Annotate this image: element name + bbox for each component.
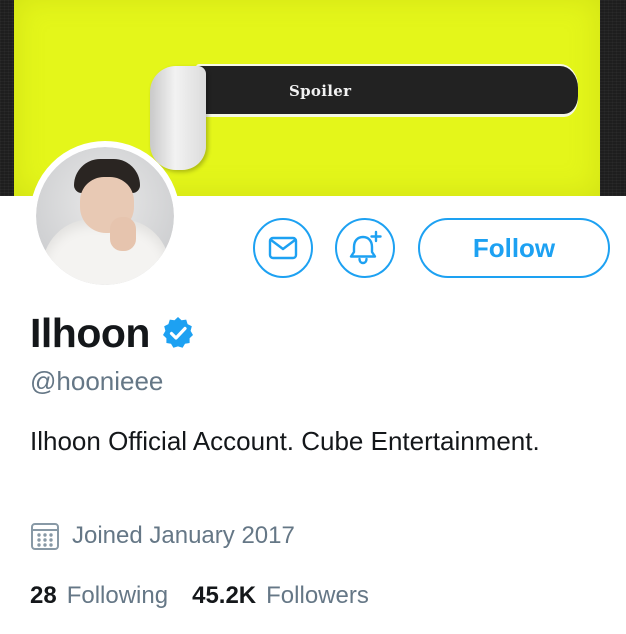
message-button[interactable]	[253, 218, 313, 278]
following-label: Following	[66, 582, 169, 609]
followers-link[interactable]: 45.2K Followers	[192, 582, 369, 610]
follow-button[interactable]: Follow	[418, 218, 610, 278]
follow-stats: 28 Following 45.2K Followers	[30, 579, 369, 613]
following-count: 28	[30, 582, 57, 609]
avatar-photo	[36, 147, 174, 285]
following-link[interactable]: 28 Following	[30, 582, 168, 610]
calendar-icon	[31, 523, 59, 550]
envelope-icon	[268, 236, 298, 260]
profile-bio: Ilhoon Official Account. Cube Entertainm…	[30, 426, 540, 456]
avatar[interactable]	[30, 141, 180, 291]
joined-date: Joined January 2017	[72, 522, 295, 549]
verified-badge-icon	[162, 317, 193, 348]
display-name: Ilhoon	[30, 309, 150, 356]
avatar-hand	[110, 217, 136, 251]
followers-label: Followers	[266, 582, 369, 609]
bell-plus-icon	[349, 230, 382, 265]
banner-text: Spoiler	[289, 82, 352, 100]
joined-date-row: Joined January 2017	[30, 519, 295, 553]
banner-paper-curl	[150, 66, 206, 170]
user-handle: @hoonieee	[30, 366, 164, 396]
banner-torn-strip	[196, 66, 578, 114]
notifications-button[interactable]	[335, 218, 395, 278]
name-row: Ilhoon	[30, 308, 196, 358]
followers-count: 45.2K	[192, 582, 257, 609]
